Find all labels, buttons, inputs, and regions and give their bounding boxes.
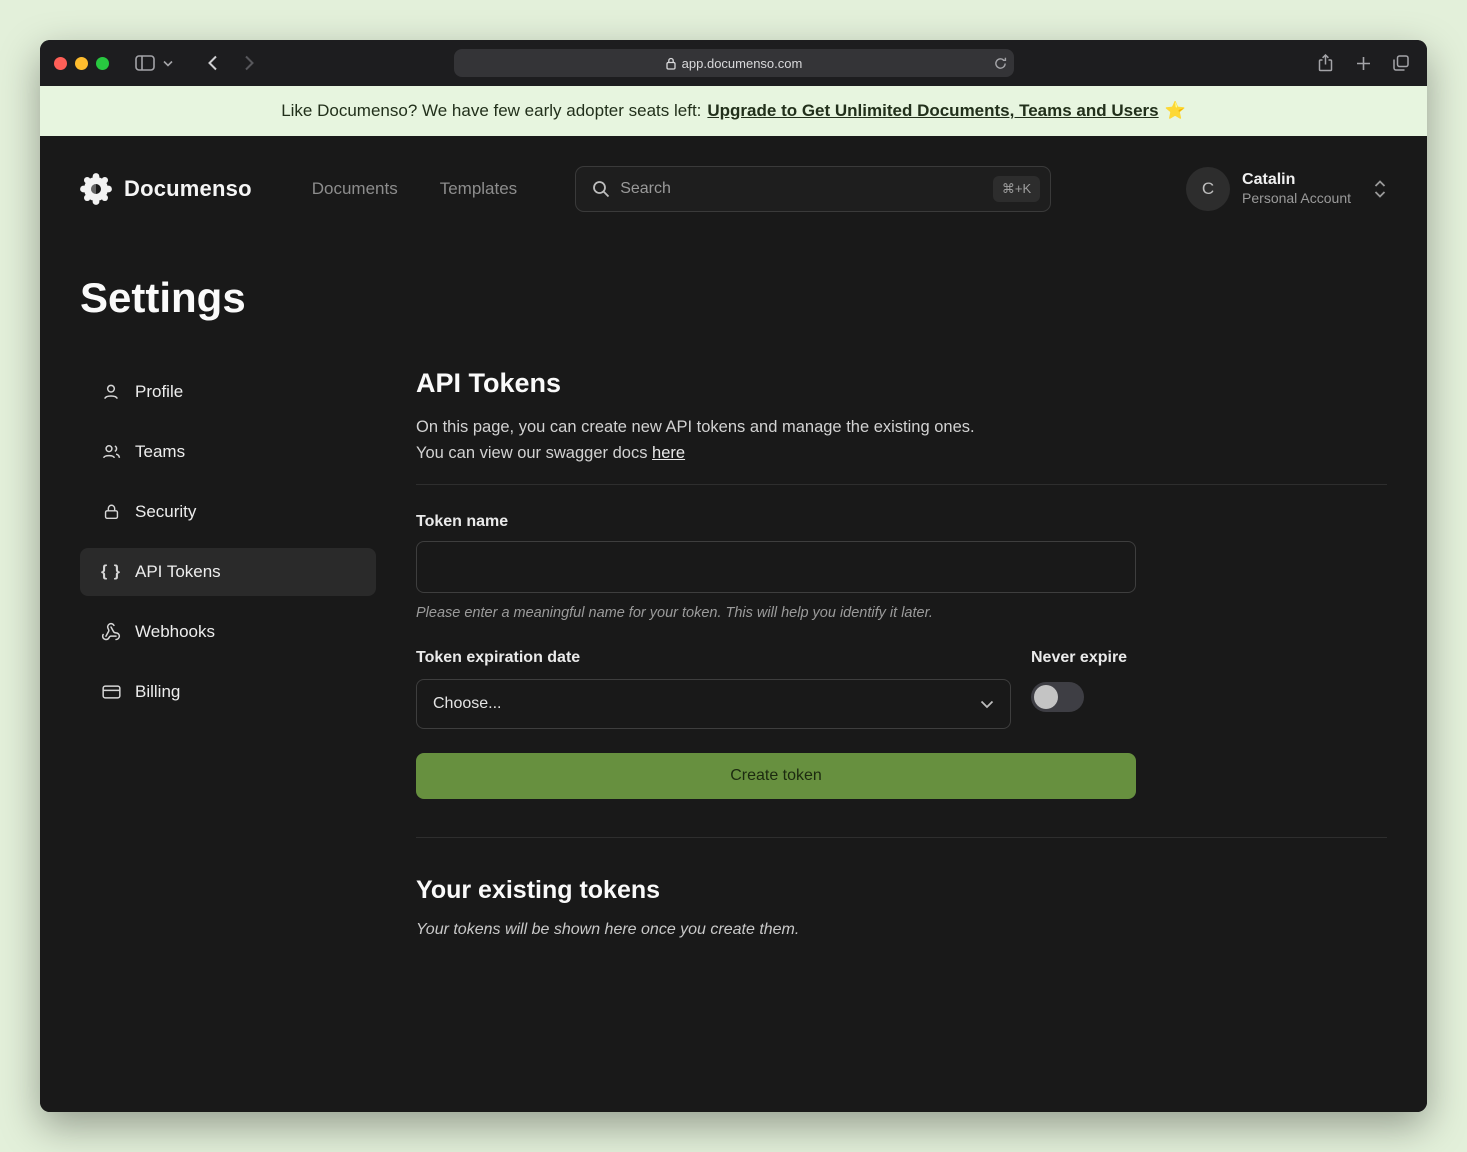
sidebar-item-label: Security — [135, 502, 196, 522]
settings-nav: Profile Teams — [80, 368, 376, 939]
tls-lock-icon — [666, 57, 676, 70]
create-token-button[interactable]: Create token — [416, 753, 1136, 799]
upgrade-link[interactable]: Upgrade to Get Unlimited Documents, Team… — [707, 101, 1158, 121]
top-nav: Documents Templates — [312, 179, 517, 199]
nav-documents[interactable]: Documents — [312, 179, 398, 199]
app-header: Documenso Documents Templates ⌘+K C Cata… — [80, 136, 1387, 242]
url-text: app.documenso.com — [682, 56, 803, 71]
sidebar-item-teams[interactable]: Teams — [80, 428, 376, 476]
zoom-window-button[interactable] — [96, 57, 109, 70]
toolbar-right-actions — [1311, 40, 1415, 86]
forward-button[interactable] — [235, 49, 263, 77]
token-name-label: Token name — [416, 513, 1387, 531]
never-expire-column: Never expire — [1031, 649, 1127, 729]
sidebar-toggle-icon[interactable] — [131, 49, 159, 77]
divider — [416, 484, 1387, 485]
close-window-button[interactable] — [54, 57, 67, 70]
lock-icon — [100, 502, 122, 522]
sidebar-item-security[interactable]: Security — [80, 488, 376, 536]
traffic-lights — [54, 57, 109, 70]
divider — [416, 837, 1387, 838]
brand[interactable]: Documenso — [80, 173, 252, 205]
webhook-icon — [100, 622, 122, 642]
users-icon — [100, 442, 122, 462]
existing-tokens-hint: Your tokens will be shown here once you … — [416, 921, 1387, 939]
sidebar-menu-chevron-icon[interactable] — [159, 49, 177, 77]
account-type: Personal Account — [1242, 190, 1351, 208]
description-line-2: You can view our swagger docs — [416, 444, 647, 462]
expiration-select-value: Choose... — [433, 695, 501, 713]
sidebar-item-label: Webhooks — [135, 622, 215, 642]
panel-description: On this page, you can create new API tok… — [416, 415, 1387, 466]
minimize-window-button[interactable] — [75, 57, 88, 70]
new-tab-icon[interactable] — [1349, 49, 1377, 77]
toggle-knob — [1034, 685, 1058, 709]
star-emoji: ⭐ — [1165, 101, 1186, 121]
browser-window: app.documenso.com — [40, 40, 1427, 1112]
user-icon — [100, 382, 122, 402]
search-shortcut-badge: ⌘+K — [993, 176, 1040, 202]
search-icon — [592, 180, 610, 198]
share-icon[interactable] — [1311, 49, 1339, 77]
account-selector-icon — [1373, 179, 1387, 199]
sidebar-item-label: Billing — [135, 682, 180, 702]
address-bar[interactable]: app.documenso.com — [454, 49, 1014, 77]
sidebar-item-webhooks[interactable]: Webhooks — [80, 608, 376, 656]
search-box[interactable]: ⌘+K — [575, 166, 1051, 212]
token-name-input[interactable] — [416, 541, 1136, 593]
panel-title: API Tokens — [416, 368, 1387, 399]
sidebar-item-api-tokens[interactable]: { } API Tokens — [80, 548, 376, 596]
braces-icon: { } — [100, 563, 122, 581]
account-text: Catalin Personal Account — [1242, 170, 1351, 208]
documenso-logo-icon — [80, 173, 112, 205]
avatar: C — [1186, 167, 1230, 211]
expiration-row: Token expiration date Choose... Never ex… — [416, 649, 1387, 729]
nav-templates[interactable]: Templates — [440, 179, 517, 199]
expiration-column: Token expiration date Choose... — [416, 649, 1031, 729]
sidebar-item-profile[interactable]: Profile — [80, 368, 376, 416]
sidebar-item-label: API Tokens — [135, 562, 221, 582]
expiration-select[interactable]: Choose... — [416, 679, 1011, 729]
tab-overview-icon[interactable] — [1387, 49, 1415, 77]
search-input[interactable] — [620, 180, 983, 198]
page-title: Settings — [80, 274, 1387, 322]
sidebar-item-label: Teams — [135, 442, 185, 462]
sidebar-item-billing[interactable]: Billing — [80, 668, 376, 716]
chevron-down-icon — [980, 700, 994, 709]
never-expire-label: Never expire — [1031, 649, 1127, 667]
promo-banner: Like Documenso? We have few early adopte… — [40, 86, 1427, 136]
promo-text: Like Documenso? We have few early adopte… — [281, 101, 701, 121]
token-name-hint: Please enter a meaningful name for your … — [416, 605, 1387, 621]
account-name: Catalin — [1242, 170, 1351, 190]
api-tokens-panel: API Tokens On this page, you can create … — [416, 368, 1387, 939]
description-line-1: On this page, you can create new API tok… — [416, 418, 975, 436]
browser-toolbar: app.documenso.com — [40, 40, 1427, 86]
back-button[interactable] — [199, 49, 227, 77]
brand-name: Documenso — [124, 176, 252, 202]
existing-tokens-title: Your existing tokens — [416, 876, 1387, 905]
account-menu[interactable]: C Catalin Personal Account — [1186, 167, 1387, 211]
expiration-label: Token expiration date — [416, 649, 1031, 667]
sidebar-item-label: Profile — [135, 382, 183, 402]
reload-icon[interactable] — [994, 57, 1007, 70]
never-expire-toggle[interactable] — [1031, 682, 1084, 712]
swagger-docs-link[interactable]: here — [652, 444, 685, 462]
app-content: Documenso Documents Templates ⌘+K C Cata… — [40, 136, 1427, 1112]
credit-card-icon — [100, 682, 122, 702]
